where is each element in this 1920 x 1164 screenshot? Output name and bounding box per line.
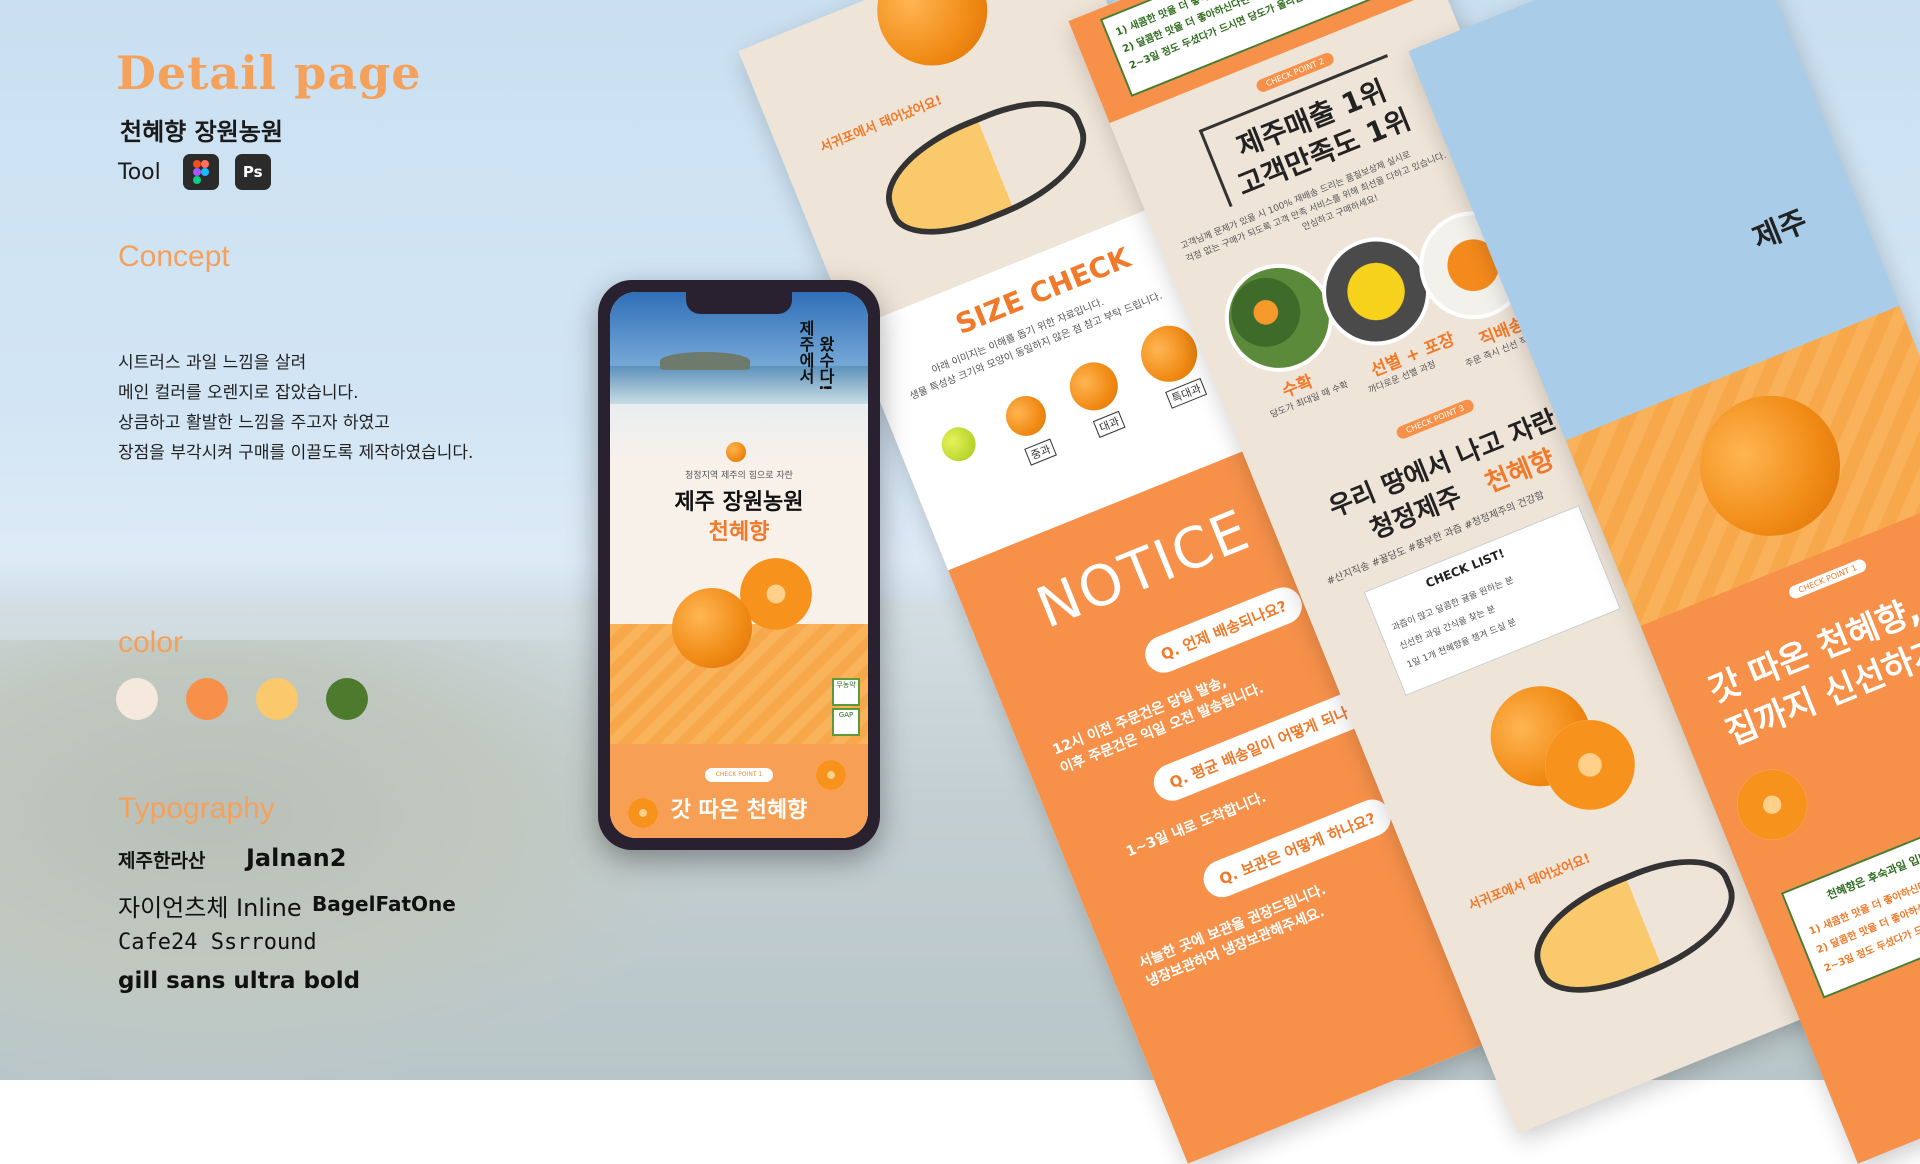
swatch-orange	[186, 678, 228, 720]
orange-image	[860, 0, 1004, 83]
photoshop-icon: Ps	[234, 154, 271, 190]
faq-question: Q. 언제 배송되나요?	[1139, 581, 1308, 679]
phone-notch	[686, 292, 792, 314]
check-point-pill: CHECK POINT 1	[1787, 557, 1869, 601]
partial-title: 제주	[1748, 203, 1813, 257]
orange-half-image	[1726, 759, 1818, 851]
font-sample-bagel: BagelFatOne	[312, 892, 456, 916]
size-label: 대과	[1092, 410, 1126, 438]
orange-half-image	[816, 760, 846, 790]
page-title: Detail page	[116, 46, 422, 100]
vertical-text: 제주에서	[796, 320, 815, 384]
swatch-green	[326, 678, 368, 720]
vertical-text: 왔수다!	[816, 336, 835, 392]
color-heading: color	[118, 626, 184, 659]
gap-badge: GAP	[832, 708, 860, 736]
tool-label: Tool	[118, 159, 161, 185]
farm-name: 천혜향 장원농원	[120, 118, 283, 146]
island	[660, 352, 750, 370]
product-title: 천혜향	[708, 520, 770, 545]
font-sample-jalnan: Jalnan2	[246, 844, 347, 872]
concept-line: 상큼하고 활발한 느낌을 주고자 하였고	[118, 413, 390, 433]
color-swatches	[116, 678, 368, 720]
orange-logo	[726, 442, 746, 462]
phone-mockup: 제주에서 왔수다! 청정지역 제주의 힘으로 자란 제주 장원농원 천혜향 무농…	[598, 280, 880, 850]
concept-line: 장점을 부각시켜 구매를 이끌도록 제작하였습니다.	[118, 443, 474, 463]
check-point-pill: CHECK POINT 1	[705, 768, 773, 782]
concept-heading: Concept	[118, 240, 230, 273]
tool-row: Tool Ps	[118, 154, 271, 190]
font-sample-cafe24: Cafe24 Ssrround	[118, 930, 317, 955]
concept-text: 시트러스 과일 느낌을 살려 메인 컬러를 오렌지로 잡았습니다. 상큼하고 활…	[118, 348, 473, 468]
typography-heading: Typography	[118, 792, 275, 825]
orange-medium	[999, 389, 1052, 442]
concept-line: 메인 컬러를 오렌지로 잡았습니다.	[118, 383, 359, 403]
swatch-cream	[116, 678, 158, 720]
figma-icon	[182, 154, 219, 190]
concept-line: 시트러스 과일 느낌을 살려	[118, 353, 307, 373]
orange-image	[1678, 374, 1862, 557]
tennis-ball	[936, 422, 981, 467]
swatch-yellow	[256, 678, 298, 720]
phone-screen: 제주에서 왔수다! 청정지역 제주의 힘으로 자란 제주 장원농원 천혜향 무농…	[610, 292, 868, 838]
organic-badge: 무농약	[832, 678, 860, 706]
font-sample-giants: 자이언츠체 Inline	[118, 894, 302, 922]
font-sample-gill: gill sans ultra bold	[118, 968, 361, 994]
size-label: 중과	[1024, 438, 1058, 466]
bottom-title: 갓 따온 천혜향	[670, 798, 808, 823]
orange-image	[672, 588, 752, 668]
font-sample-jeju: 제주한라산	[118, 850, 206, 872]
size-label: 특대과	[1165, 377, 1208, 409]
tagline: 청정지역 제주의 힘으로 자란	[685, 471, 793, 481]
farm-title: 제주 장원농원	[674, 490, 804, 515]
orange-large	[1062, 355, 1126, 418]
